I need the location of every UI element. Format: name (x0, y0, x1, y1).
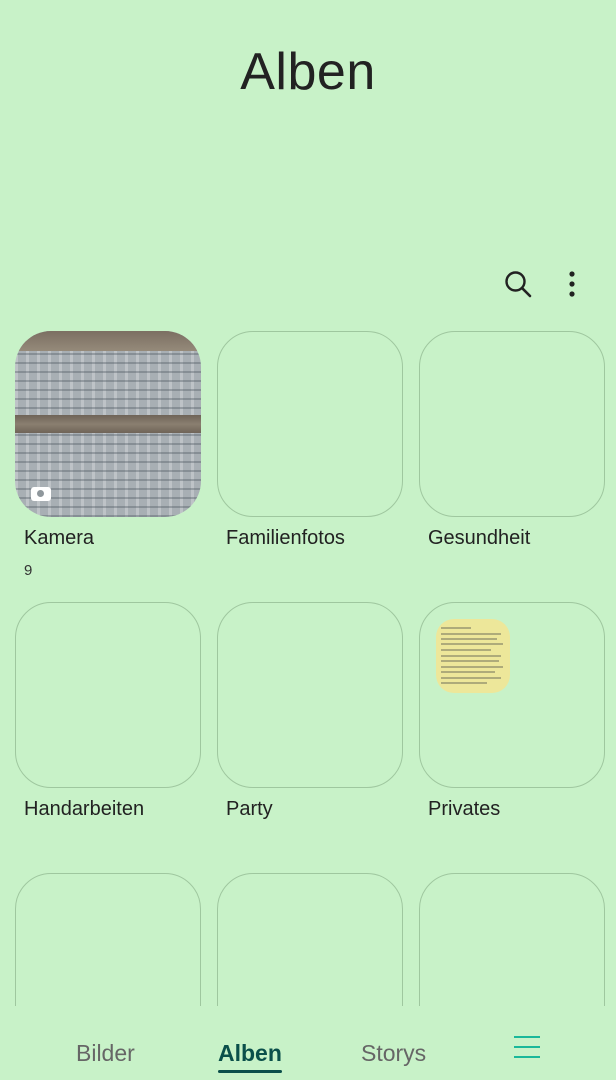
tab-bilder[interactable]: Bilder (76, 1040, 135, 1067)
album-tile-party[interactable]: Party (217, 602, 403, 821)
album-tile[interactable] (217, 873, 403, 1006)
menu-button[interactable] (514, 1034, 542, 1060)
album-thumbnail (419, 873, 605, 1006)
album-label: Kamera (24, 527, 95, 549)
album-tile-kamera[interactable]: Kamera 9 (15, 331, 201, 579)
album-thumbnail (217, 602, 403, 788)
album-thumbnail (419, 602, 605, 788)
active-tab-indicator (218, 1070, 282, 1073)
menu-icon (514, 1034, 542, 1060)
document-preview-image (436, 619, 510, 693)
album-tile-handarbeiten[interactable]: Handarbeiten (15, 602, 201, 821)
album-label: Gesundheit (428, 527, 531, 549)
album-thumbnail (15, 873, 201, 1006)
album-count: 9 (24, 562, 33, 579)
album-label: Privates (428, 798, 501, 820)
tab-alben[interactable]: Alben (218, 1040, 282, 1067)
camera-icon (31, 487, 51, 501)
tab-storys[interactable]: Storys (361, 1040, 426, 1067)
album-tile-privates[interactable]: Privates (419, 602, 605, 821)
album-tile[interactable] (15, 873, 201, 1006)
album-thumbnail (15, 602, 201, 788)
album-tile-familienfotos[interactable]: Familienfotos (217, 331, 403, 550)
album-label: Handarbeiten (24, 798, 145, 820)
album-tile[interactable] (419, 873, 605, 1006)
album-thumbnail (419, 331, 605, 517)
album-label: Familienfotos (226, 527, 345, 549)
album-tile-gesundheit[interactable]: Gesundheit (419, 331, 605, 550)
album-thumbnail (15, 331, 201, 517)
album-grid: Kamera 9 Familienfotos Gesundheit Handar… (0, 0, 616, 1006)
album-thumbnail (217, 331, 403, 517)
album-label: Party (226, 798, 273, 820)
album-thumbnail (217, 873, 403, 1006)
